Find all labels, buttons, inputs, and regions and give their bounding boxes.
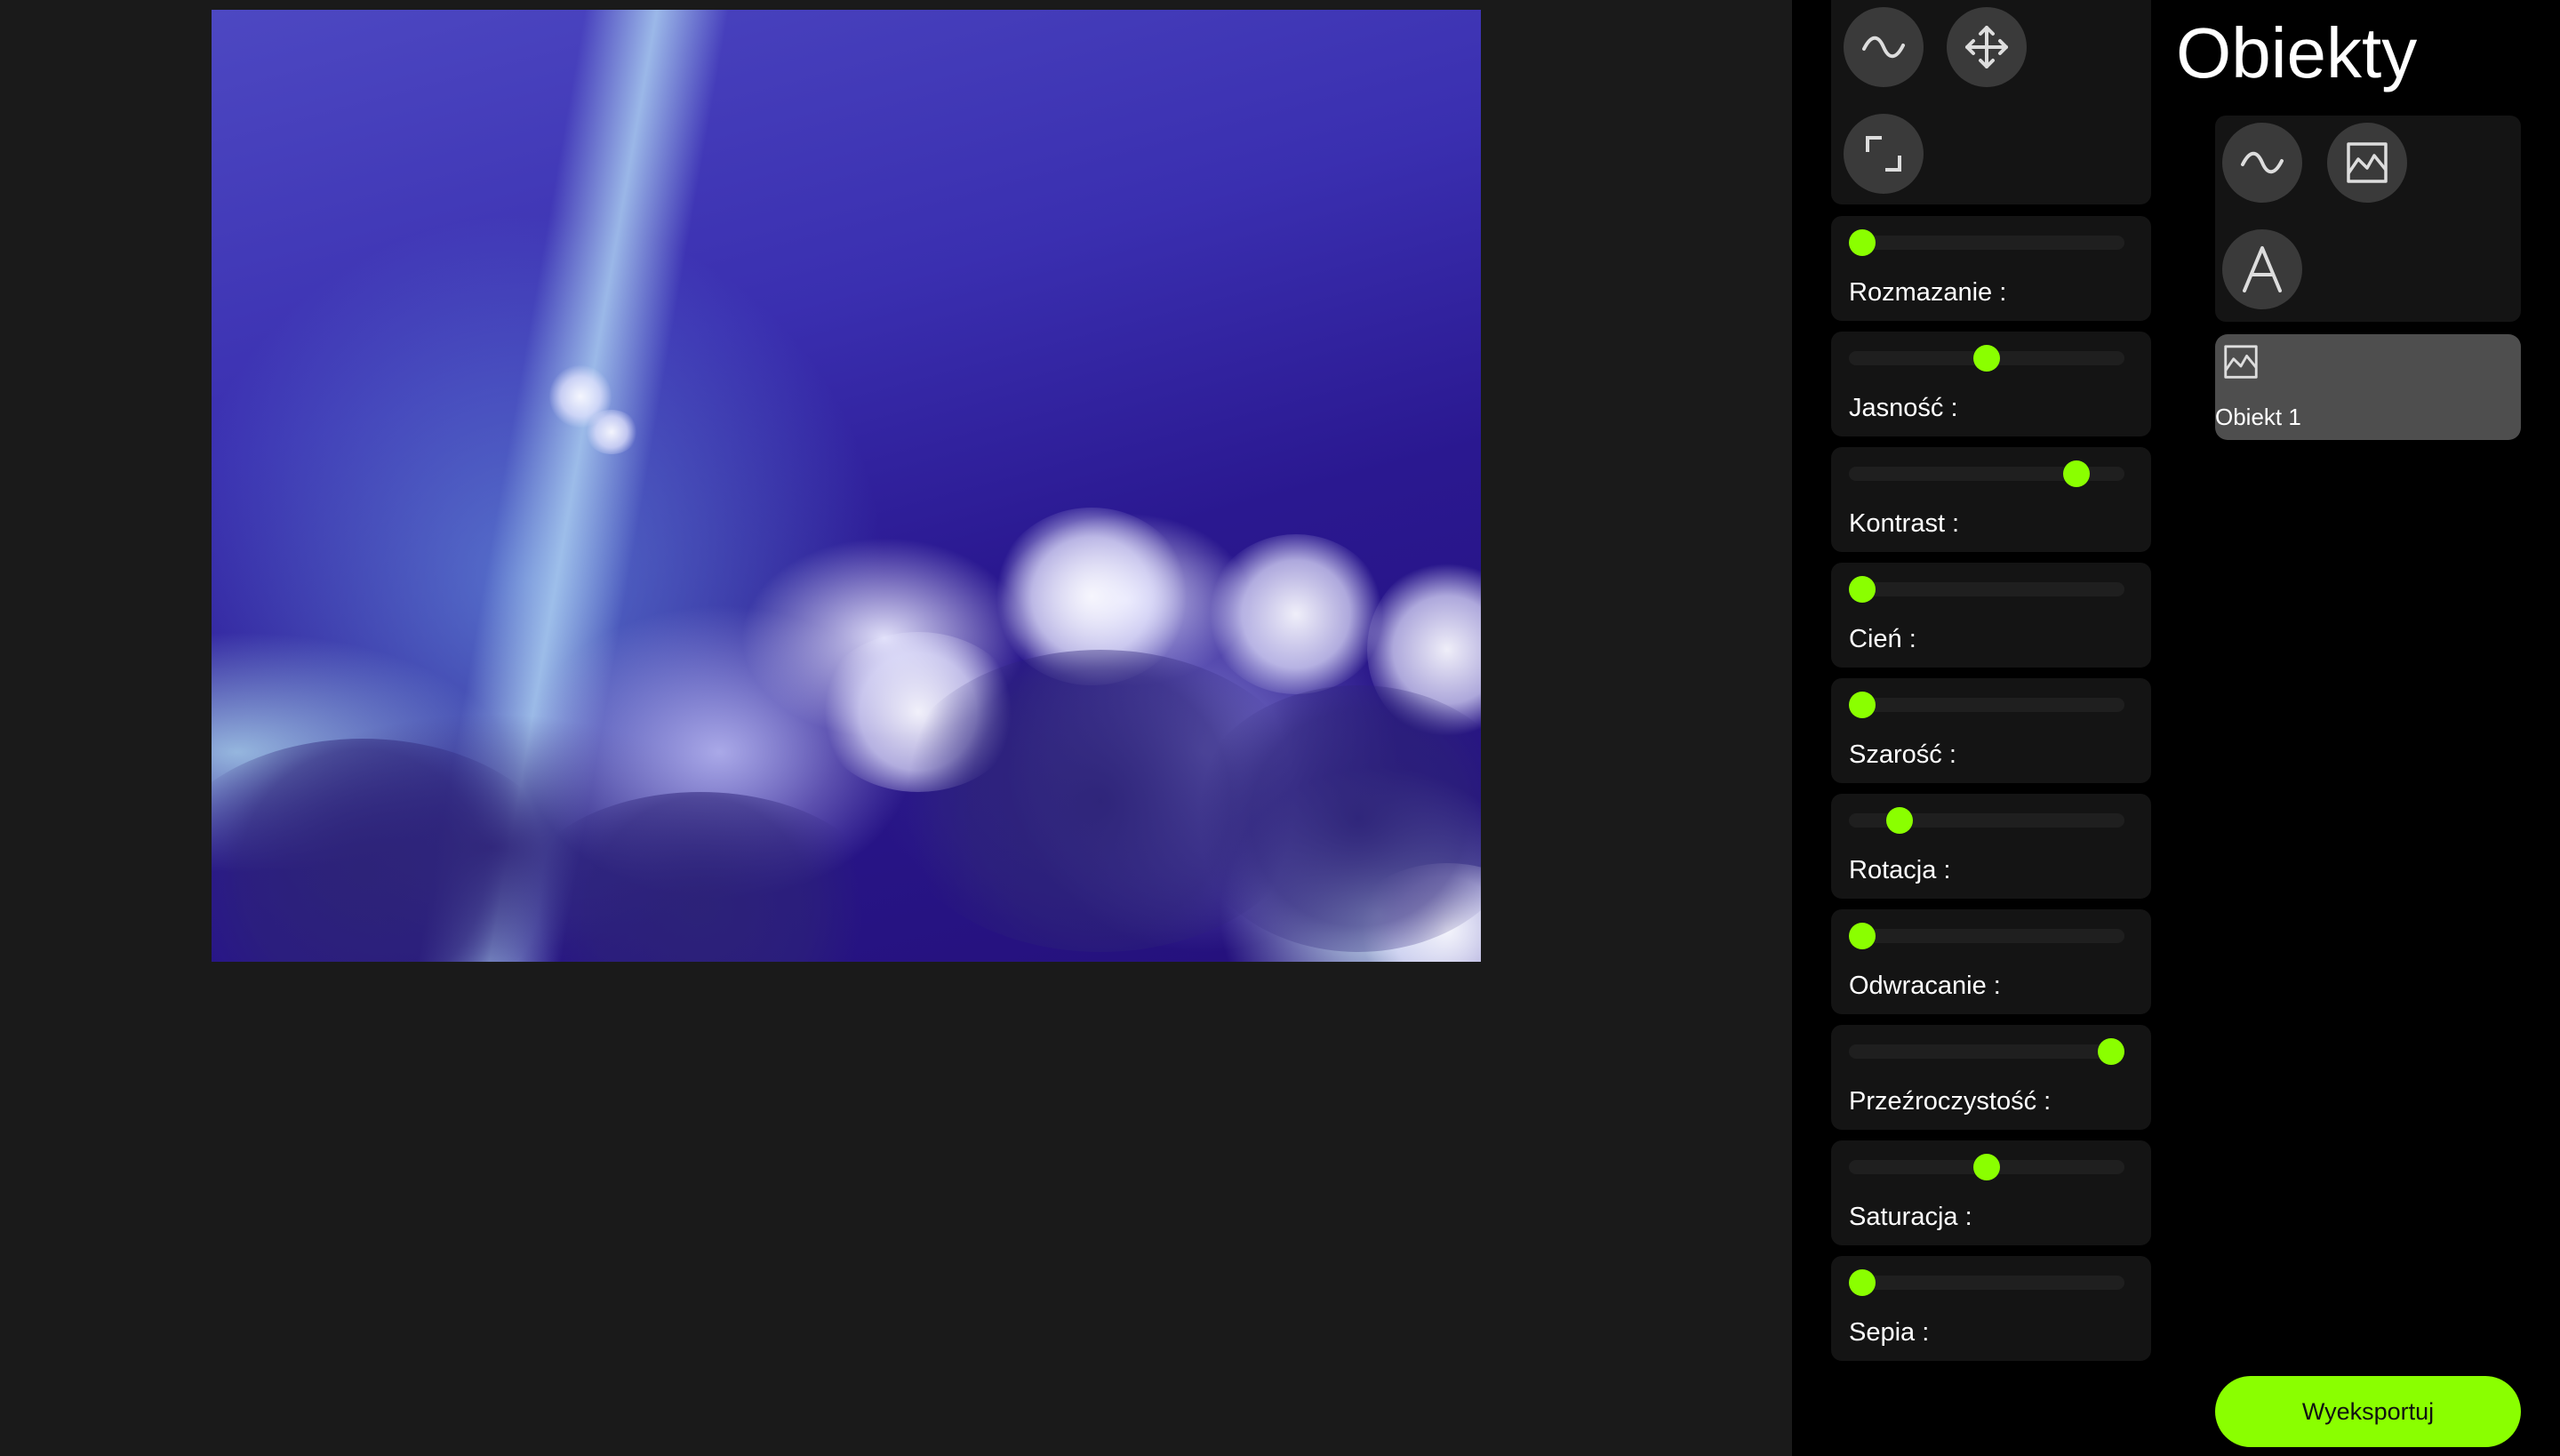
image-icon [2347, 142, 2388, 183]
slider-knob[interactable] [1849, 576, 1876, 603]
export-button[interactable]: Wyeksportuj [2215, 1376, 2521, 1447]
cloud-shape [212, 739, 567, 962]
wave-icon [1862, 36, 1905, 59]
slider-knob[interactable] [1849, 692, 1876, 718]
slider-knob[interactable] [2062, 460, 2090, 487]
filter-slider[interactable] [1849, 807, 2124, 834]
filter-card: Jasność : [1831, 332, 2151, 436]
filter-card: Saturacja : [1831, 1140, 2151, 1245]
object-name: Obiekt 1 [2215, 404, 2301, 430]
wave-icon [2241, 151, 2284, 174]
cloud-shape [514, 792, 887, 962]
filter-label: Szarość : [1849, 740, 1956, 769]
canvas-area [0, 0, 1792, 1456]
draw-tool-button[interactable] [1844, 7, 1924, 87]
filter-slider[interactable] [1849, 1038, 2124, 1065]
filter-label: Jasność : [1849, 394, 1958, 422]
filter-label: Rozmazanie : [1849, 278, 2007, 307]
filter-label: Sepia : [1849, 1318, 1930, 1347]
filter-card: Kontrast : [1831, 447, 2151, 552]
slider-knob[interactable] [1973, 345, 2000, 372]
add-object-card [2215, 116, 2521, 322]
image-icon [2224, 345, 2258, 379]
filter-card: Rozmazanie : [1831, 216, 2151, 321]
slider-knob[interactable] [2098, 1038, 2124, 1065]
objects-panel: Obiekty Obiekt 1 Wyeksportuj [2176, 0, 2560, 1456]
filter-card: Odwracanie : [1831, 909, 2151, 1014]
filter-label: Odwracanie : [1849, 972, 2001, 1000]
filter-slider[interactable] [1849, 229, 2124, 256]
add-text-button[interactable] [2222, 229, 2302, 309]
canvas-image[interactable] [212, 10, 1481, 962]
object-list-item[interactable]: Obiekt 1 [2215, 334, 2521, 440]
add-drawing-button[interactable] [2222, 123, 2302, 203]
filter-slider[interactable] [1849, 692, 2124, 718]
filter-label: Przeźroczystość : [1849, 1087, 2052, 1116]
slider-knob[interactable] [1849, 923, 1876, 949]
filter-slider[interactable] [1849, 1269, 2124, 1296]
filter-card: Szarość : [1831, 678, 2151, 783]
crop-tool-button[interactable] [1844, 114, 1924, 194]
filter-slider[interactable] [1849, 1154, 2124, 1180]
filter-label: Saturacja : [1849, 1203, 1972, 1231]
add-image-button[interactable] [2327, 123, 2407, 203]
move-icon [1965, 26, 2008, 68]
filter-card: Przeźroczystość : [1831, 1025, 2151, 1130]
filters-panel: Rozmazanie : Jasność : Kontrast : Cień : Sza… [1792, 0, 2176, 1456]
filter-label: Kontrast : [1849, 509, 1960, 538]
filter-slider[interactable] [1849, 460, 2124, 487]
filter-label: Rotacja : [1849, 856, 1951, 884]
crop-icon [1866, 136, 1901, 172]
filter-card: Rotacja : [1831, 794, 2151, 899]
filter-slider[interactable] [1849, 345, 2124, 372]
cloud-shape [585, 410, 638, 454]
filter-slider[interactable] [1849, 576, 2124, 603]
filter-slider[interactable] [1849, 923, 2124, 949]
filter-card: Cień : [1831, 563, 2151, 668]
objects-title: Obiekty [2176, 13, 2418, 92]
filter-label: Cień : [1849, 625, 1916, 653]
slider-knob[interactable] [1973, 1154, 2000, 1180]
filter-card: Sepia : [1831, 1256, 2151, 1361]
slider-knob[interactable] [1849, 1269, 1876, 1296]
cloud-shape [1207, 534, 1385, 694]
text-icon [2243, 246, 2282, 292]
slider-knob[interactable] [1886, 807, 1913, 834]
slider-knob[interactable] [1849, 229, 1876, 256]
move-tool-button[interactable] [1947, 7, 2027, 87]
tools-card [1831, 0, 2151, 204]
